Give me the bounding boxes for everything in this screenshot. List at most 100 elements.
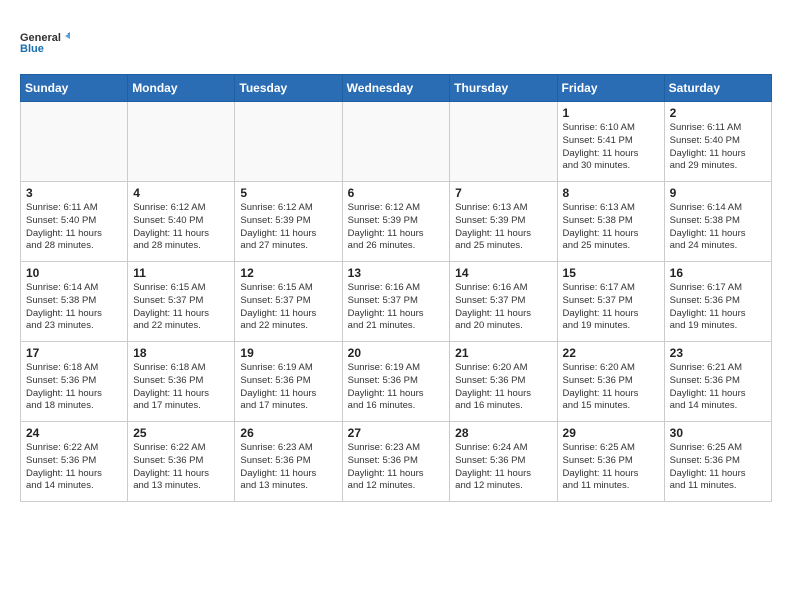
day-info: Sunrise: 6:11 AMSunset: 5:40 PMDaylight:… [670,122,766,173]
logo-svg: General Blue [20,20,70,64]
page: General Blue Sunday Monday Tuesday Wedne… [0,0,792,512]
calendar-cell [128,102,235,182]
day-number: 8 [563,186,659,200]
day-info: Sunrise: 6:12 AMSunset: 5:40 PMDaylight:… [133,202,229,253]
day-info: Sunrise: 6:17 AMSunset: 5:36 PMDaylight:… [670,282,766,333]
day-number: 27 [348,426,445,440]
day-number: 15 [563,266,659,280]
day-number: 21 [455,346,551,360]
calendar-cell: 1Sunrise: 6:10 AMSunset: 5:41 PMDaylight… [557,102,664,182]
calendar-cell: 24Sunrise: 6:22 AMSunset: 5:36 PMDayligh… [21,422,128,502]
day-info: Sunrise: 6:23 AMSunset: 5:36 PMDaylight:… [240,442,336,493]
calendar-cell: 20 Sunrise: 6:19 AMSunset: 5:36 PMDayligh… [342,342,450,422]
calendar-cell: 21 Sunrise: 6:20 AMSunset: 5:36 PMDayligh… [450,342,557,422]
calendar-week-2: 3Sunrise: 6:11 AMSunset: 5:40 PMDaylight… [21,182,772,262]
day-number: 1 [563,106,659,120]
calendar-cell: 10 Sunrise: 6:14 AMSunset: 5:38 PMDayligh… [21,262,128,342]
calendar-week-5: 24Sunrise: 6:22 AMSunset: 5:36 PMDayligh… [21,422,772,502]
calendar-cell: 15 Sunrise: 6:17 AMSunset: 5:37 PMDayligh… [557,262,664,342]
header-wednesday: Wednesday [342,75,450,102]
day-number: 20 [348,346,445,360]
day-number: 6 [348,186,445,200]
day-info: Sunrise: 6:16 AMSunset: 5:37 PMDaylight:… [348,282,445,333]
day-info: Sunrise: 6:22 AMSunset: 5:36 PMDaylight:… [133,442,229,493]
calendar-cell: 25 Sunrise: 6:22 AMSunset: 5:36 PMDayligh… [128,422,235,502]
day-info: Sunrise: 6:11 AMSunset: 5:40 PMDaylight:… [26,202,122,253]
svg-text:General: General [20,32,61,44]
calendar-header-row: Sunday Monday Tuesday Wednesday Thursday… [21,75,772,102]
day-number: 17 [26,346,122,360]
calendar-cell: 3Sunrise: 6:11 AMSunset: 5:40 PMDaylight… [21,182,128,262]
day-info: Sunrise: 6:17 AMSunset: 5:37 PMDaylight:… [563,282,659,333]
day-number: 4 [133,186,229,200]
logo: General Blue [20,20,70,64]
calendar-cell: 9 Sunrise: 6:14 AMSunset: 5:38 PMDaylight… [664,182,771,262]
day-info: Sunrise: 6:25 AMSunset: 5:36 PMDaylight:… [670,442,766,493]
calendar-cell: 26 Sunrise: 6:23 AMSunset: 5:36 PMDayligh… [235,422,342,502]
day-info: Sunrise: 6:20 AMSunset: 5:36 PMDaylight:… [455,362,551,413]
calendar-cell: 12 Sunrise: 6:15 AMSunset: 5:37 PMDayligh… [235,262,342,342]
header-sunday: Sunday [21,75,128,102]
day-number: 13 [348,266,445,280]
day-info: Sunrise: 6:22 AMSunset: 5:36 PMDaylight:… [26,442,122,493]
day-info: Sunrise: 6:25 AMSunset: 5:36 PMDaylight:… [563,442,659,493]
calendar-cell: 28 Sunrise: 6:24 AMSunset: 5:36 PMDayligh… [450,422,557,502]
day-info: Sunrise: 6:15 AMSunset: 5:37 PMDaylight:… [133,282,229,333]
calendar-cell: 5 Sunrise: 6:12 AMSunset: 5:39 PMDaylight… [235,182,342,262]
day-info: Sunrise: 6:14 AMSunset: 5:38 PMDaylight:… [26,282,122,333]
day-number: 5 [240,186,336,200]
header-monday: Monday [128,75,235,102]
calendar-cell: 16 Sunrise: 6:17 AMSunset: 5:36 PMDayligh… [664,262,771,342]
calendar-cell: 23 Sunrise: 6:21 AMSunset: 5:36 PMDayligh… [664,342,771,422]
day-info: Sunrise: 6:18 AMSunset: 5:36 PMDaylight:… [26,362,122,413]
calendar-cell: 18 Sunrise: 6:18 AMSunset: 5:36 PMDayligh… [128,342,235,422]
day-number: 2 [670,106,766,120]
calendar-cell: 4 Sunrise: 6:12 AMSunset: 5:40 PMDaylight… [128,182,235,262]
calendar-cell [342,102,450,182]
calendar-cell: 8Sunrise: 6:13 AMSunset: 5:38 PMDaylight… [557,182,664,262]
day-info: Sunrise: 6:12 AMSunset: 5:39 PMDaylight:… [240,202,336,253]
day-number: 25 [133,426,229,440]
day-number: 23 [670,346,766,360]
header-friday: Friday [557,75,664,102]
calendar-cell [21,102,128,182]
calendar-cell: 30 Sunrise: 6:25 AMSunset: 5:36 PMDayligh… [664,422,771,502]
day-info: Sunrise: 6:21 AMSunset: 5:36 PMDaylight:… [670,362,766,413]
day-number: 16 [670,266,766,280]
calendar-cell: 11 Sunrise: 6:15 AMSunset: 5:37 PMDayligh… [128,262,235,342]
day-number: 12 [240,266,336,280]
header: General Blue [20,20,772,64]
day-info: Sunrise: 6:18 AMSunset: 5:36 PMDaylight:… [133,362,229,413]
day-number: 22 [563,346,659,360]
day-info: Sunrise: 6:24 AMSunset: 5:36 PMDaylight:… [455,442,551,493]
calendar-cell: 29 Sunrise: 6:25 AMSunset: 5:36 PMDayligh… [557,422,664,502]
day-info: Sunrise: 6:12 AMSunset: 5:39 PMDaylight:… [348,202,445,253]
calendar-cell: 19 Sunrise: 6:19 AMSunset: 5:36 PMDayligh… [235,342,342,422]
day-info: Sunrise: 6:13 AMSunset: 5:39 PMDaylight:… [455,202,551,253]
day-number: 26 [240,426,336,440]
day-number: 9 [670,186,766,200]
calendar-cell: 13 Sunrise: 6:16 AMSunset: 5:37 PMDayligh… [342,262,450,342]
day-info: Sunrise: 6:23 AMSunset: 5:36 PMDaylight:… [348,442,445,493]
day-info: Sunrise: 6:14 AMSunset: 5:38 PMDaylight:… [670,202,766,253]
day-number: 18 [133,346,229,360]
header-tuesday: Tuesday [235,75,342,102]
header-thursday: Thursday [450,75,557,102]
day-number: 29 [563,426,659,440]
day-number: 30 [670,426,766,440]
day-info: Sunrise: 6:20 AMSunset: 5:36 PMDaylight:… [563,362,659,413]
day-number: 14 [455,266,551,280]
day-number: 11 [133,266,229,280]
calendar: Sunday Monday Tuesday Wednesday Thursday… [20,74,772,502]
calendar-cell [235,102,342,182]
day-info: Sunrise: 6:16 AMSunset: 5:37 PMDaylight:… [455,282,551,333]
day-number: 28 [455,426,551,440]
day-number: 10 [26,266,122,280]
calendar-cell: 7Sunrise: 6:13 AMSunset: 5:39 PMDaylight… [450,182,557,262]
day-info: Sunrise: 6:19 AMSunset: 5:36 PMDaylight:… [240,362,336,413]
calendar-cell: 27 Sunrise: 6:23 AMSunset: 5:36 PMDayligh… [342,422,450,502]
day-info: Sunrise: 6:19 AMSunset: 5:36 PMDaylight:… [348,362,445,413]
svg-text:Blue: Blue [20,43,44,55]
day-info: Sunrise: 6:15 AMSunset: 5:37 PMDaylight:… [240,282,336,333]
day-number: 19 [240,346,336,360]
